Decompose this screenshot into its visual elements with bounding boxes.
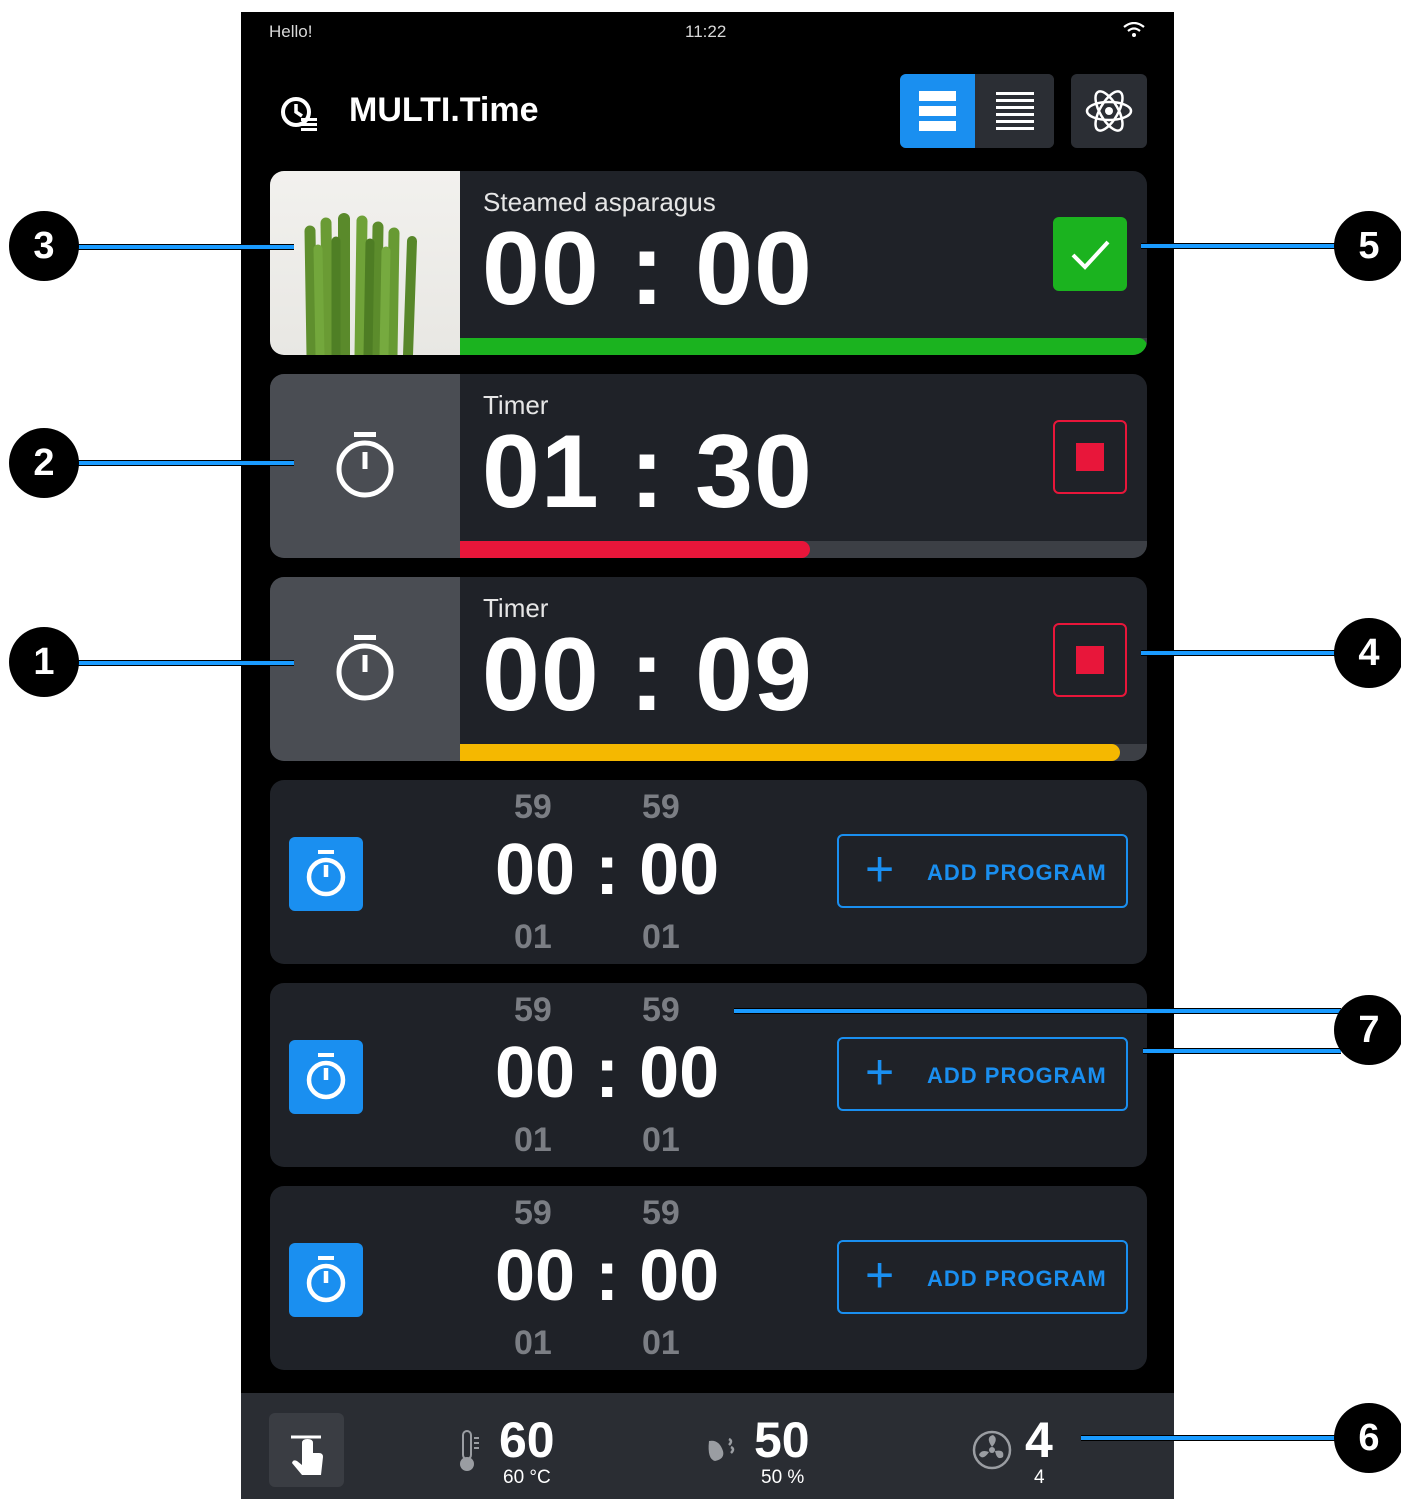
seconds-above[interactable]: 59: [642, 788, 680, 827]
progress-fill: [460, 744, 1120, 761]
fan-icon: [972, 1430, 1012, 1470]
asparagus-photo: [270, 171, 460, 355]
plus-icon: +: [865, 841, 895, 897]
temperature-sub: 60 °C: [503, 1467, 551, 1488]
add-program-label: ADD PROGRAM: [927, 1063, 1107, 1088]
hand-touch-icon: [291, 1435, 323, 1475]
seconds-below[interactable]: 01: [642, 918, 680, 957]
minutes-below[interactable]: 01: [514, 1324, 552, 1363]
add-program-button[interactable]: + ADD PROGRAM: [837, 1240, 1128, 1314]
program-card-timer-1[interactable]: Timer 01 : 30: [270, 374, 1147, 558]
app-title: MULTI.Time: [349, 91, 539, 129]
program-time: 00 : 00: [482, 211, 813, 327]
minutes-below[interactable]: 01: [514, 918, 552, 957]
plus-icon: +: [865, 1044, 895, 1100]
multi-time-app-icon: [281, 97, 317, 131]
stopwatch-icon: [306, 1053, 346, 1100]
callout-leader-5: [1141, 243, 1341, 249]
atom-icon: [1085, 90, 1133, 132]
timer-slot-button[interactable]: [289, 1243, 363, 1317]
device-screen: Hello! 11:22 MULTI.Time Steamed asparagu…: [241, 12, 1174, 1499]
stopwatch-icon: [306, 850, 346, 897]
callout-7: 7: [1334, 995, 1401, 1065]
large-list-icon: [919, 91, 956, 131]
progress-track: [460, 541, 1147, 558]
wifi-icon: [1123, 22, 1145, 37]
stop-button[interactable]: [1053, 623, 1127, 697]
stopwatch-icon: [336, 432, 394, 498]
add-program-label: ADD PROGRAM: [927, 860, 1107, 885]
add-program-label: ADD PROGRAM: [927, 1266, 1107, 1291]
plus-icon: +: [865, 1247, 895, 1303]
temperature-value[interactable]: 60: [499, 1415, 555, 1465]
done-button[interactable]: [1053, 217, 1127, 291]
annotated-screenshot: Hello! 11:22 MULTI.Time Steamed asparagu…: [0, 0, 1401, 1499]
timer-thumb: [270, 577, 460, 761]
empty-timer-slot: 59 59 00 : 00 01 01 + ADD PROGRAM: [270, 1186, 1147, 1370]
callout-3: 3: [9, 211, 79, 281]
asparagus-image: [304, 213, 417, 355]
view-toggle: [900, 74, 1054, 148]
checkmark-icon: [1071, 240, 1110, 270]
bottom-status-bar: 60 60 °C 50 50 % 4 4: [241, 1393, 1174, 1499]
timer-slot-button[interactable]: [289, 1040, 363, 1114]
timer-slot-button[interactable]: [289, 837, 363, 911]
callout-leader-3: [72, 244, 294, 250]
callout-6: 6: [1334, 1403, 1401, 1473]
stop-button[interactable]: [1053, 420, 1127, 494]
humidity-steam-icon: [708, 1437, 735, 1461]
compact-list-view-button[interactable]: [979, 74, 1054, 148]
seconds-below[interactable]: 01: [642, 1121, 680, 1160]
seconds-above[interactable]: 59: [642, 991, 680, 1030]
callout-4: 4: [1334, 618, 1401, 688]
callout-leader-2: [72, 460, 294, 466]
progress-track: [460, 338, 1147, 355]
slot-time[interactable]: 00 : 00: [495, 1240, 719, 1312]
seconds-above[interactable]: 59: [642, 1194, 680, 1233]
status-clock: 11:22: [685, 22, 727, 41]
minutes-below[interactable]: 01: [514, 1121, 552, 1160]
callout-leader-7b: [1143, 1048, 1341, 1054]
minutes-above[interactable]: 59: [514, 991, 552, 1030]
add-program-button[interactable]: + ADD PROGRAM: [837, 834, 1128, 908]
minutes-above[interactable]: 59: [514, 1194, 552, 1233]
humidity-sub: 50 %: [761, 1467, 805, 1488]
settings-atom-button[interactable]: [1071, 74, 1147, 148]
seconds-below[interactable]: 01: [642, 1324, 680, 1363]
minutes-above[interactable]: 59: [514, 788, 552, 827]
empty-timer-slot: 59 59 00 : 00 01 01 + ADD PROGRAM: [270, 780, 1147, 964]
program-card-timer-2[interactable]: Timer 00 : 09: [270, 577, 1147, 761]
slot-time[interactable]: 00 : 00: [495, 834, 719, 906]
callout-leader-4: [1141, 650, 1341, 656]
timer-thumb: [270, 374, 460, 558]
progress-fill: [460, 338, 1147, 355]
stopwatch-icon: [306, 1256, 346, 1303]
compact-list-icon: [996, 92, 1034, 130]
progress-fill: [460, 541, 811, 558]
thermometer-icon: [460, 1430, 479, 1471]
progress-track: [460, 744, 1147, 761]
status-greeting: Hello!: [269, 22, 313, 41]
callout-leader-6: [1081, 1435, 1341, 1441]
program-time: 00 : 09: [482, 617, 813, 733]
callout-5: 5: [1334, 211, 1401, 281]
stop-icon: [1076, 646, 1104, 674]
touch-button[interactable]: [269, 1413, 344, 1487]
slot-time[interactable]: 00 : 00: [495, 1037, 719, 1109]
callout-1: 1: [9, 627, 79, 697]
program-card-asparagus[interactable]: Steamed asparagus 00 : 00: [270, 171, 1147, 355]
app-header: MULTI.Time: [241, 72, 1174, 152]
program-time: 01 : 30: [482, 414, 813, 530]
fan-sub: 4: [1034, 1467, 1045, 1488]
status-bar: Hello! 11:22: [241, 12, 1174, 52]
humidity-value[interactable]: 50: [754, 1415, 810, 1465]
callout-leader-1: [72, 660, 294, 666]
add-program-button[interactable]: + ADD PROGRAM: [837, 1037, 1128, 1111]
callout-leader-7a: [734, 1008, 1341, 1014]
stopwatch-icon: [336, 635, 394, 701]
stop-icon: [1076, 443, 1104, 471]
large-list-view-button[interactable]: [900, 74, 975, 148]
fan-value[interactable]: 4: [1025, 1415, 1053, 1465]
callout-2: 2: [9, 428, 79, 498]
